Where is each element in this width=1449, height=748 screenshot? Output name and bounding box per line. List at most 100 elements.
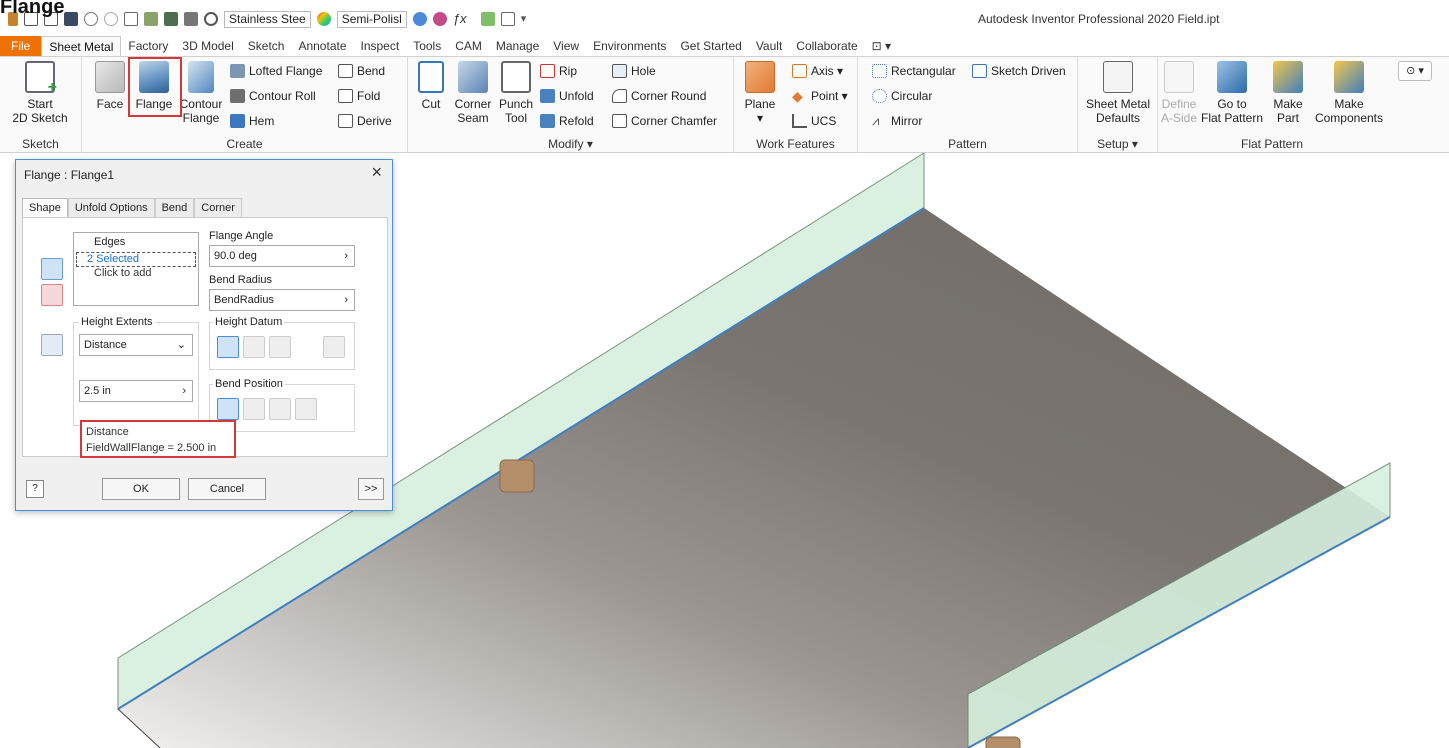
fold-button[interactable]: Fold [338, 87, 380, 105]
tab-bend[interactable]: Bend [154, 198, 195, 217]
clear-appearance-icon[interactable] [432, 12, 447, 26]
make-components-button[interactable]: Make Components [1312, 61, 1386, 125]
undo-icon[interactable] [84, 12, 98, 26]
mirror-button[interactable]: ⩘ Mirror [872, 112, 922, 130]
bend-radius-chevron-icon[interactable]: › [344, 290, 348, 310]
make-part-icon [1273, 61, 1303, 93]
help-icon[interactable]: ? [26, 480, 44, 498]
flange-angle-chevron-icon[interactable]: › [344, 246, 348, 266]
tab-corner[interactable]: Corner [194, 198, 242, 217]
edges-click-to-add[interactable]: Click to add [94, 267, 151, 279]
distance-field[interactable]: 2.5 in › [79, 380, 193, 402]
go-to-flat-pattern-button[interactable]: Go to Flat Pattern [1200, 61, 1264, 125]
tab-3d-model[interactable]: 3D Model [175, 36, 240, 56]
corner-seam-button[interactable]: Corner Seam [450, 61, 496, 125]
home-icon[interactable] [124, 12, 138, 26]
cancel-button[interactable]: Cancel [188, 478, 266, 500]
close-icon[interactable]: × [371, 162, 382, 183]
panel-label-create: Create [226, 137, 263, 151]
datum-tangent-icon[interactable] [269, 336, 291, 358]
punch-tool-button[interactable]: Punch Tool [496, 61, 536, 125]
bend-position-outside-icon[interactable] [269, 398, 291, 420]
edge-select-mode-icon[interactable] [41, 258, 63, 280]
distance-chevron-icon[interactable]: › [182, 381, 186, 401]
make-part-button[interactable]: Make Part [1266, 61, 1310, 125]
start-2d-sketch-button[interactable]: + Start 2D Sketch [2, 61, 78, 125]
contour-flange-button[interactable]: Contour Flange [178, 61, 224, 125]
ucs-button[interactable]: UCS [792, 112, 836, 130]
ribbon-options-icon[interactable]: ⊙ ▾ [1398, 61, 1432, 81]
tab-cam[interactable]: CAM [448, 36, 489, 56]
ribbon-display-options-icon[interactable]: ⊡ ▾ [865, 36, 898, 56]
tab-collaborate[interactable]: Collaborate [789, 36, 864, 56]
edges-list[interactable]: Edges 2 Selected Click to add [73, 232, 199, 306]
sketch-driven-pattern-button[interactable]: Sketch Driven [972, 62, 1066, 80]
tab-vault[interactable]: Vault [749, 36, 789, 56]
tab-sheet-metal[interactable]: Sheet Metal [41, 36, 122, 56]
lofted-flange-button[interactable]: Lofted Flange [230, 62, 322, 80]
add-icon[interactable] [480, 12, 495, 26]
tab-annotate[interactable]: Annotate [291, 36, 353, 56]
material-dropdown[interactable]: Stainless Stee [224, 10, 311, 28]
derive-button[interactable]: Derive [338, 112, 392, 130]
measure-icon[interactable] [184, 12, 198, 26]
bend-position-inside-icon[interactable] [217, 398, 239, 420]
flange-angle-field[interactable]: 90.0 deg › [209, 245, 355, 267]
dialog-title: Flange : Flange1 [24, 168, 115, 182]
adjust-appearance-icon[interactable] [412, 12, 427, 26]
edges-selected[interactable]: 2 Selected [76, 252, 196, 267]
rectangular-pattern-button[interactable]: Rectangular [872, 62, 956, 80]
more-button[interactable]: >> [358, 478, 384, 500]
appearance-dropdown[interactable]: Semi-Polisl [336, 10, 407, 28]
circular-pattern-button[interactable]: Circular [872, 87, 932, 105]
ok-button[interactable]: OK [102, 478, 180, 500]
redo-icon[interactable] [104, 12, 118, 26]
update-icon[interactable] [164, 12, 178, 26]
tab-view[interactable]: View [546, 36, 586, 56]
bend-button[interactable]: Bend [338, 62, 385, 80]
bend-position-offset-icon[interactable] [243, 398, 265, 420]
tab-shape[interactable]: Shape [22, 198, 68, 217]
plane-button[interactable]: Plane ▾ [740, 61, 780, 125]
tab-factory[interactable]: Factory [121, 36, 175, 56]
hem-button[interactable]: Hem [230, 112, 274, 130]
customize-qat-icon[interactable]: ▾ [520, 12, 535, 26]
select-icon[interactable] [144, 12, 158, 26]
datum-aligned-icon[interactable] [323, 336, 345, 358]
bend-position-tangent-icon[interactable] [295, 398, 317, 420]
datum-outside-icon[interactable] [217, 336, 239, 358]
contour-roll-button[interactable]: Contour Roll [230, 87, 316, 105]
axis-icon [792, 64, 807, 78]
unfold-button[interactable]: Unfold [540, 87, 594, 105]
ucs-icon [792, 114, 807, 128]
hole-button[interactable]: Hole [612, 62, 656, 80]
tab-unfold-options[interactable]: Unfold Options [67, 198, 155, 217]
tab-file[interactable]: File [0, 36, 42, 56]
refold-button[interactable]: Refold [540, 112, 594, 130]
appearance-ball-icon[interactable] [316, 12, 331, 26]
ilogic-icon[interactable] [500, 12, 515, 26]
tab-manage[interactable]: Manage [489, 36, 546, 56]
settings-icon[interactable] [204, 12, 218, 26]
flip-direction-icon[interactable] [41, 334, 63, 356]
sheet-metal-defaults-button[interactable]: Sheet Metal Defaults [1082, 61, 1154, 125]
tab-tools[interactable]: Tools [406, 36, 448, 56]
axis-button[interactable]: Axis ▾ [792, 62, 843, 80]
tab-get-started[interactable]: Get Started [673, 36, 748, 56]
rip-button[interactable]: Rip [540, 62, 577, 80]
corner-round-button[interactable]: Corner Round [612, 87, 706, 105]
face-button[interactable]: Face [90, 61, 130, 111]
bend-radius-field[interactable]: BendRadius › [209, 289, 355, 311]
loop-select-mode-icon[interactable] [41, 284, 63, 306]
cut-button[interactable]: Cut [414, 61, 448, 111]
tab-environments[interactable]: Environments [586, 36, 673, 56]
point-button[interactable]: ◆ Point ▾ [792, 87, 848, 105]
page-title: Flange [0, 0, 65, 18]
tab-inspect[interactable]: Inspect [354, 36, 407, 56]
save-icon[interactable] [64, 12, 78, 26]
corner-chamfer-button[interactable]: Corner Chamfer [612, 112, 717, 130]
datum-inside-icon[interactable] [243, 336, 265, 358]
height-extents-select[interactable]: Distance ⌄ [79, 334, 193, 356]
tab-sketch[interactable]: Sketch [241, 36, 292, 56]
parameters-icon[interactable]: ƒx [452, 12, 475, 26]
